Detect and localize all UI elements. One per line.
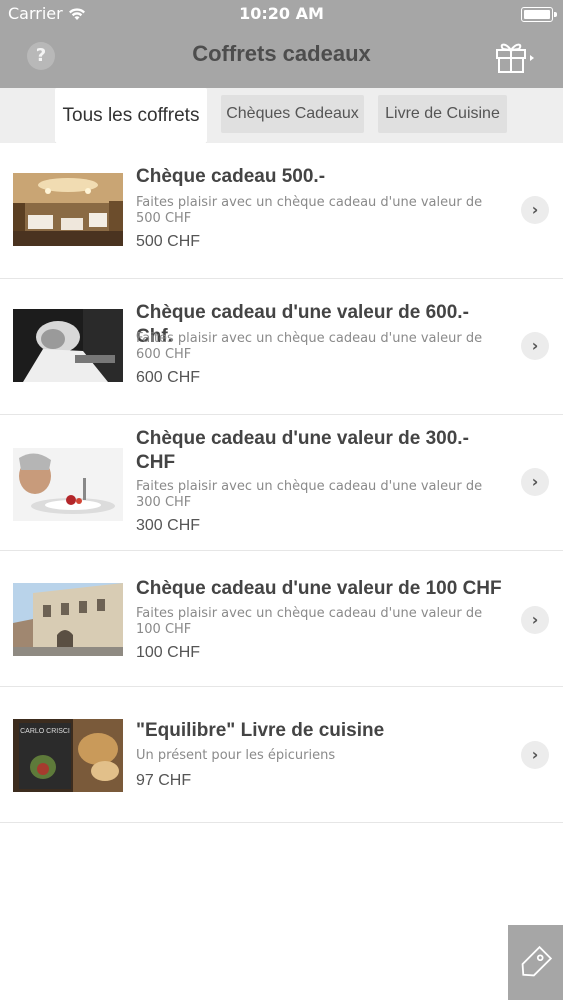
segmented-tabs: Tous les coffrets Chèques Cadeaux Livre … [0,88,563,149]
building-photo [13,583,123,656]
item-price: 600 CHF [136,369,201,386]
chevron-right-icon[interactable]: › [521,606,549,634]
list-item[interactable]: Chèque cadeau d'une valeur de 600.- Chf.… [0,279,563,415]
list-item[interactable]: Chèque cadeau d'une valeur de 300.- CHF … [0,415,563,551]
chevron-right-icon[interactable]: › [521,196,549,224]
navigation-bar: Carrier 10:20 AM ? Coffrets cadeaux [0,0,563,88]
item-price: 300 CHF [136,517,201,534]
tab-cookbook[interactable]: Livre de Cuisine [378,95,507,133]
item-title: "Equilibre" Livre de cuisine [136,720,385,741]
gift-button[interactable] [493,38,537,74]
chef-plating-photo [13,448,123,521]
tag-icon [521,945,553,977]
item-title: Chèque cadeau 500.- [136,166,326,187]
chevron-right-icon[interactable]: › [521,741,549,769]
gift-icon [496,43,534,73]
book-cover-title: CARLO CRISCI [20,728,70,735]
item-description: Faites plaisir avec un chèque cadeau d'u… [136,479,483,510]
cookbook-photo: CARLO CRISCI [13,719,123,792]
tab-gift-cheques[interactable]: Chèques Cadeaux [221,95,364,133]
page-title: Coffrets cadeaux [192,41,371,66]
restaurant-photo [13,173,123,246]
item-title: Chèque cadeau d'une valeur de 300.- CHF [136,428,469,473]
battery-icon [521,7,557,22]
tag-button[interactable] [508,925,563,1000]
item-title: Chèque cadeau d'une valeur de 100 CHF [136,578,502,599]
item-description: Faites plaisir avec un chèque cadeau d'u… [136,195,483,226]
item-description: Faites plaisir avec un chèque cadeau d'u… [136,331,483,362]
item-description: Faites plaisir avec un chèque cadeau d'u… [136,606,483,637]
list-item[interactable]: Chèque cadeau d'une valeur de 100 CHF Fa… [0,551,563,687]
item-description: Un présent pour les épicuriens [136,748,336,763]
chef-photo [13,309,123,382]
gift-list: Chèque cadeau 500.- Faites plaisir avec … [0,143,563,823]
list-item[interactable]: Chèque cadeau 500.- Faites plaisir avec … [0,143,563,279]
list-item[interactable]: CARLO CRISCI "Equilibre" Livre de cuisin… [0,687,563,823]
clock: 10:20 AM [239,4,324,23]
chevron-right-icon[interactable]: › [521,468,549,496]
chevron-right-icon[interactable]: › [521,332,549,360]
status-bar: Carrier 10:20 AM [0,0,563,28]
item-price: 97 CHF [136,772,192,789]
tab-all-boxes[interactable]: Tous les coffrets [55,88,207,149]
item-price: 500 CHF [136,233,201,250]
item-price: 100 CHF [136,644,201,661]
